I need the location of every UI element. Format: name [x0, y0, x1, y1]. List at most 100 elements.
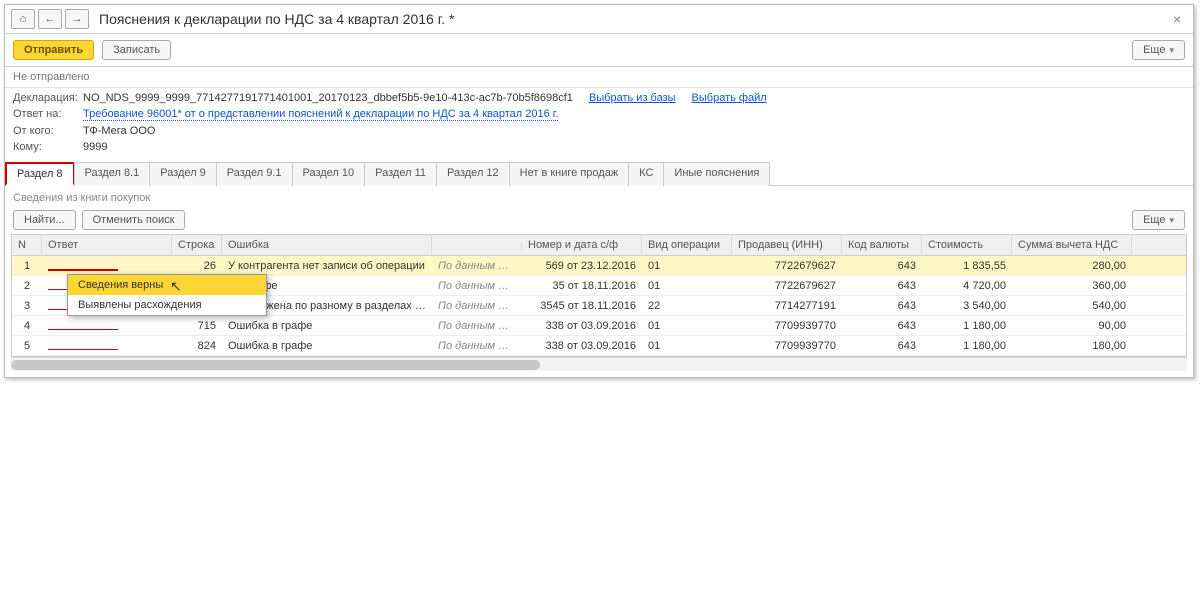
tab-section-11[interactable]: Раздел 11 [364, 162, 437, 186]
cancel-search-button[interactable]: Отменить поиск [82, 210, 186, 230]
cell-inn: 7709939770 [732, 317, 842, 335]
cell-answer[interactable] [42, 258, 172, 274]
find-button[interactable]: Найти... [13, 210, 76, 230]
tab-other[interactable]: Иные пояснения [663, 162, 770, 186]
cell-error: У контрагента нет записи об операции [222, 257, 432, 275]
from-label: От кого: [13, 125, 83, 137]
col-vat[interactable]: Сумма вычета НДС [1012, 235, 1132, 255]
cell-vat: 90,00 [1012, 317, 1132, 335]
col-numdate[interactable]: Номер и дата с/ф [522, 235, 642, 255]
cell-cost: 1 180,00 [922, 337, 1012, 355]
section-label: Сведения из книги покупок [5, 186, 1193, 206]
cell-inn: 7714277191 [732, 297, 842, 315]
cell-cost: 3 540,00 [922, 297, 1012, 315]
pick-file-link[interactable]: Выбрать файл [692, 92, 767, 104]
more-button[interactable]: Еще [1132, 40, 1185, 60]
tab-section-8-1[interactable]: Раздел 8.1 [74, 162, 151, 186]
from-value: ТФ-Мега ООО [83, 125, 155, 137]
scrollbar-thumb[interactable] [11, 360, 540, 370]
cell-n: 1 [12, 257, 42, 275]
status-text: Не отправлено [5, 67, 1193, 88]
cell-numdate: 569 от 23.12.2016 [522, 257, 642, 275]
sub-toolbar: Найти... Отменить поиск Еще [5, 206, 1193, 234]
cell-n: 3 [12, 297, 42, 315]
to-label: Кому: [13, 141, 83, 153]
cell-row: 715 [172, 317, 222, 335]
cell-error: Ошибка в графе [222, 337, 432, 355]
decl-label: Декларация: [13, 92, 83, 104]
tab-section-8[interactable]: Раздел 8 [5, 162, 75, 186]
close-icon[interactable]: × [1167, 11, 1187, 27]
col-error[interactable]: Ошибка [222, 235, 432, 255]
tab-section-10[interactable]: Раздел 10 [292, 162, 366, 186]
home-button[interactable]: ⌂ [11, 9, 35, 29]
col-seller[interactable]: Продавец (ИНН) [732, 235, 842, 255]
cell-src: По данным ФНС: [432, 257, 522, 275]
cell-inn: 7722679627 [732, 257, 842, 275]
cell-n: 2 [12, 277, 42, 295]
table-row[interactable]: 1 26 У контрагента нет записи об операци… [12, 256, 1186, 276]
cell-cost: 1 180,00 [922, 317, 1012, 335]
col-row[interactable]: Строка [172, 235, 222, 255]
cell-error: Ошибка в графе [222, 317, 432, 335]
grid-more-button[interactable]: Еще [1132, 210, 1185, 230]
back-button[interactable]: ← [38, 9, 62, 29]
save-button[interactable]: Записать [102, 40, 171, 60]
titlebar: ⌂ ← → Пояснения к декларации по НДС за 4… [5, 5, 1193, 34]
tab-section-9-1[interactable]: Раздел 9.1 [216, 162, 293, 186]
cell-numdate: 338 от 03.09.2016 [522, 337, 642, 355]
cell-op: 01 [642, 257, 732, 275]
cell-cost: 1 835,55 [922, 257, 1012, 275]
cell-op: 01 [642, 317, 732, 335]
table-row[interactable]: 5 824 Ошибка в графе По данным ФНС: 338 … [12, 336, 1186, 356]
grid-more-label: Еще [1143, 214, 1165, 226]
cell-src: По данным ФНС: [432, 277, 522, 295]
cell-src: По данным ФНС: [432, 337, 522, 355]
tab-section-9[interactable]: Раздел 9 [149, 162, 217, 186]
tabs: Раздел 8 Раздел 8.1 Раздел 9 Раздел 9.1 … [5, 161, 1193, 186]
cell-answer[interactable] [42, 338, 172, 353]
grid-header: N Ответ Строка Ошибка Номер и дата с/ф В… [12, 235, 1186, 256]
cell-n: 5 [12, 337, 42, 355]
grid-body: 1 26 У контрагента нет записи об операци… [12, 256, 1186, 356]
tab-ks[interactable]: КС [628, 162, 664, 186]
tab-not-in-sales-book[interactable]: Нет в книге продаж [509, 162, 630, 186]
col-blank[interactable] [432, 241, 522, 249]
cell-cur: 643 [842, 337, 922, 355]
answer-label: Ответ на: [13, 108, 83, 121]
to-value: 9999 [83, 141, 107, 153]
cell-cur: 643 [842, 317, 922, 335]
cell-row: 824 [172, 337, 222, 355]
cell-inn: 7722679627 [732, 277, 842, 295]
horizontal-scrollbar[interactable] [11, 357, 1187, 371]
col-op[interactable]: Вид операции [642, 235, 732, 255]
cell-op: 01 [642, 277, 732, 295]
col-cost[interactable]: Стоимость [922, 235, 1012, 255]
cell-row: 26 [172, 257, 222, 275]
cell-numdate: 35 от 18.11.2016 [522, 277, 642, 295]
cell-vat: 280,00 [1012, 257, 1132, 275]
send-button[interactable]: Отправить [13, 40, 94, 60]
col-answer[interactable]: Ответ [42, 235, 172, 255]
cell-answer[interactable] [42, 318, 172, 333]
cell-cur: 643 [842, 257, 922, 275]
col-curr[interactable]: Код валюты [842, 235, 922, 255]
cell-numdate: 3545 от 18.11.2016 [522, 297, 642, 315]
answer-link[interactable]: Требование 96001* от о представлении поя… [83, 108, 558, 121]
main-toolbar: Отправить Записать Еще [5, 34, 1193, 67]
meta-block: Декларация: NO_NDS_9999_9999_77142771917… [5, 88, 1193, 157]
cell-inn: 7709939770 [732, 337, 842, 355]
cell-vat: 180,00 [1012, 337, 1132, 355]
menu-item-correct[interactable]: Сведения верны [68, 275, 266, 295]
context-menu: Сведения верны Выявлены расхождения [67, 274, 267, 316]
cell-cur: 643 [842, 277, 922, 295]
tab-section-12[interactable]: Раздел 12 [436, 162, 510, 186]
forward-button[interactable]: → [65, 9, 89, 29]
pick-from-base-link[interactable]: Выбрать из базы [589, 92, 676, 104]
cell-vat: 360,00 [1012, 277, 1132, 295]
col-n[interactable]: N [12, 235, 42, 255]
table-row[interactable]: 4 715 Ошибка в графе По данным ФНС: 338 … [12, 316, 1186, 336]
cell-src: По данным ФНС: [432, 317, 522, 335]
cell-src: По данным ФНС: [432, 297, 522, 315]
menu-item-discrepancy[interactable]: Выявлены расхождения [68, 295, 266, 315]
